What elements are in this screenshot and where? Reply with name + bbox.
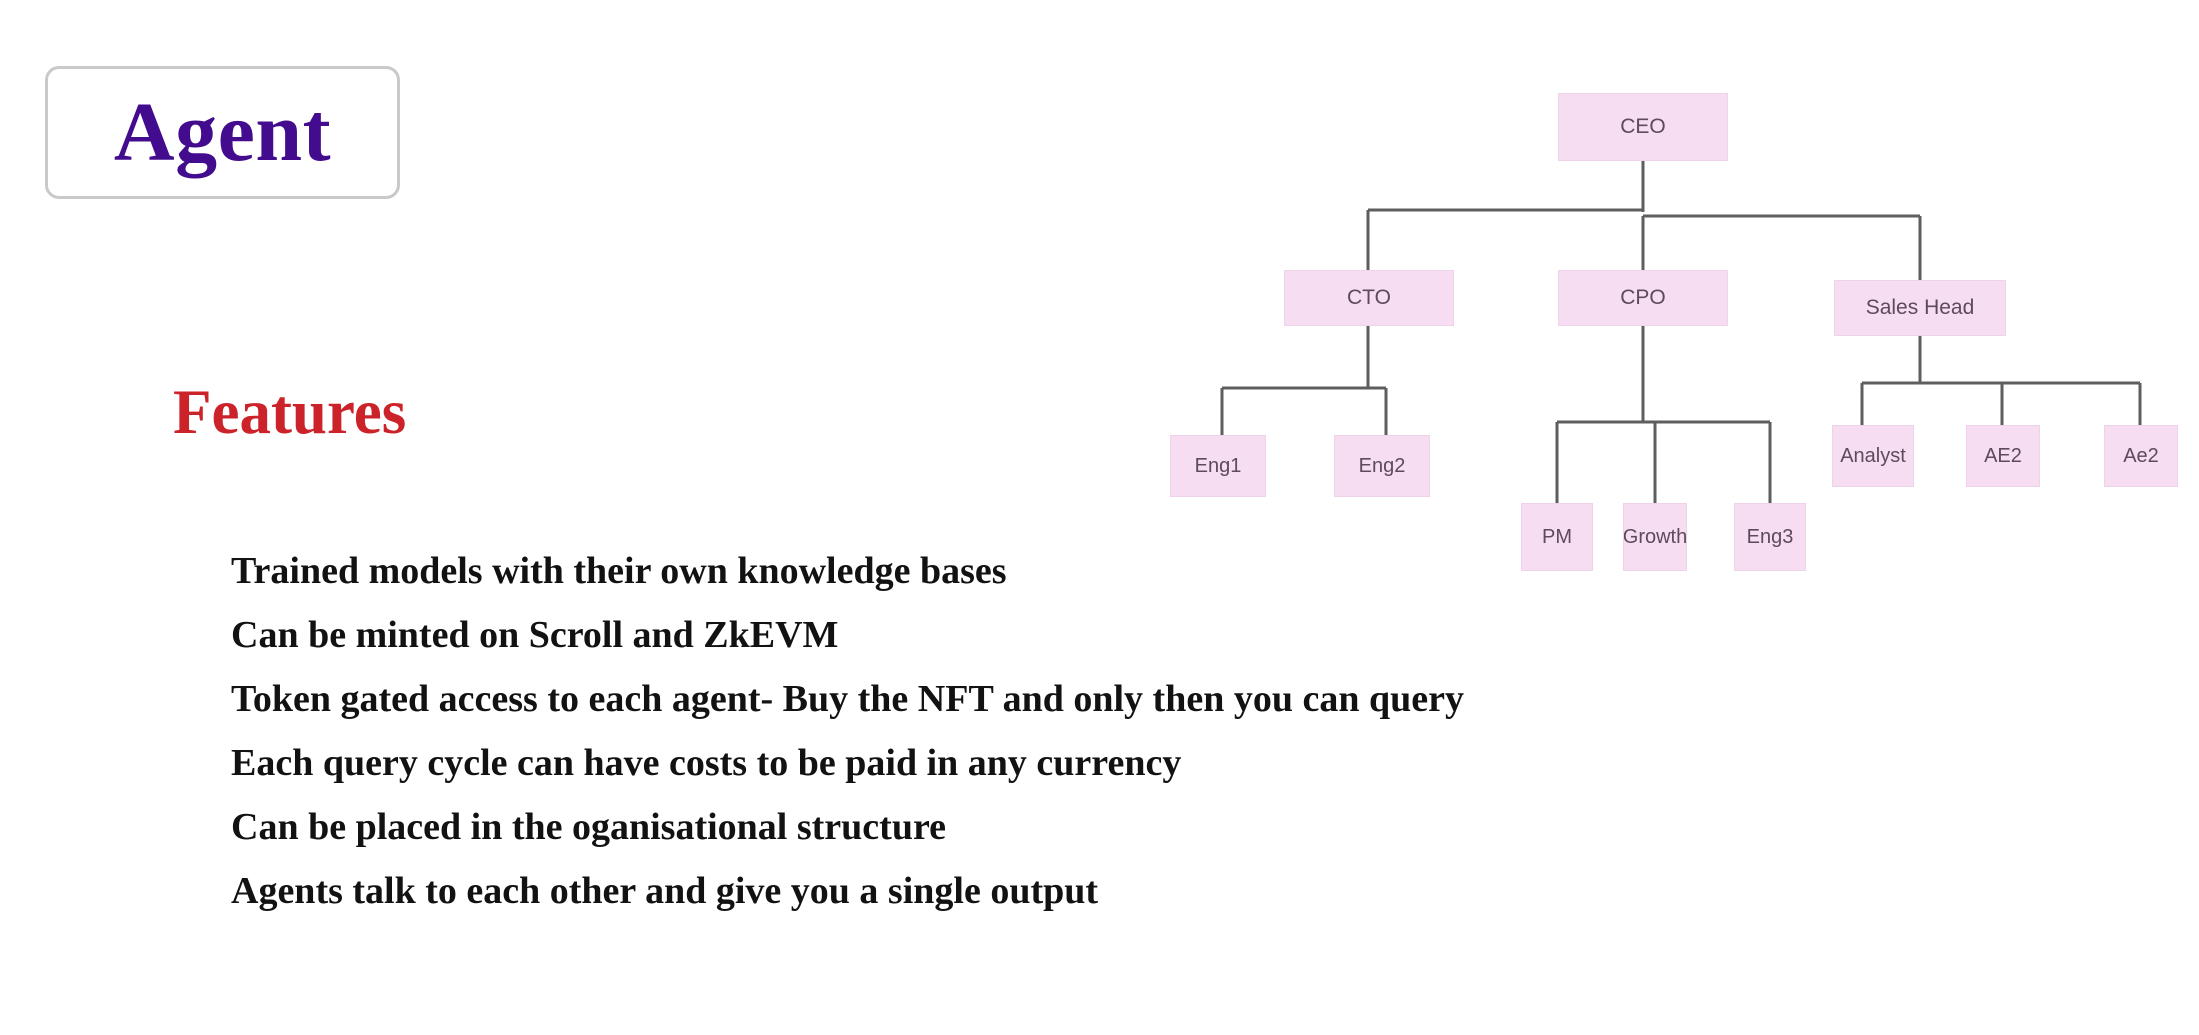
org-node-analyst[interactable]: Analyst [1832,425,1914,487]
agent-title-chip: Agent [45,66,400,199]
slide-canvas: Agent Features Trained models with their… [0,0,2199,1035]
agent-title-label: Agent [113,85,332,179]
features-list: Trained models with their own knowledge … [231,539,1651,923]
list-item: Agents talk to each other and give you a… [231,870,1099,912]
org-node-eng1[interactable]: Eng1 [1170,435,1266,497]
list-item: Each query cycle can have costs to be pa… [231,742,1182,784]
list-item: Trained models with their own knowledge … [231,550,1007,592]
list-item: Can be minted on Scroll and ZkEVM [231,614,839,656]
features-heading: Features [173,377,407,447]
org-node-ae2-upper[interactable]: AE2 [1966,425,2040,487]
list-item: Token gated access to each agent- Buy th… [231,678,1464,720]
org-node-ae2-lower[interactable]: Ae2 [2104,425,2178,487]
org-node-sales-head[interactable]: Sales Head [1834,280,2006,336]
org-node-eng3[interactable]: Eng3 [1734,503,1806,571]
org-node-cpo[interactable]: CPO [1558,270,1728,326]
org-node-cto[interactable]: CTO [1284,270,1454,326]
list-item: Can be placed in the oganisational struc… [231,806,947,848]
org-node-ceo[interactable]: CEO [1558,93,1728,161]
org-node-eng2[interactable]: Eng2 [1334,435,1430,497]
